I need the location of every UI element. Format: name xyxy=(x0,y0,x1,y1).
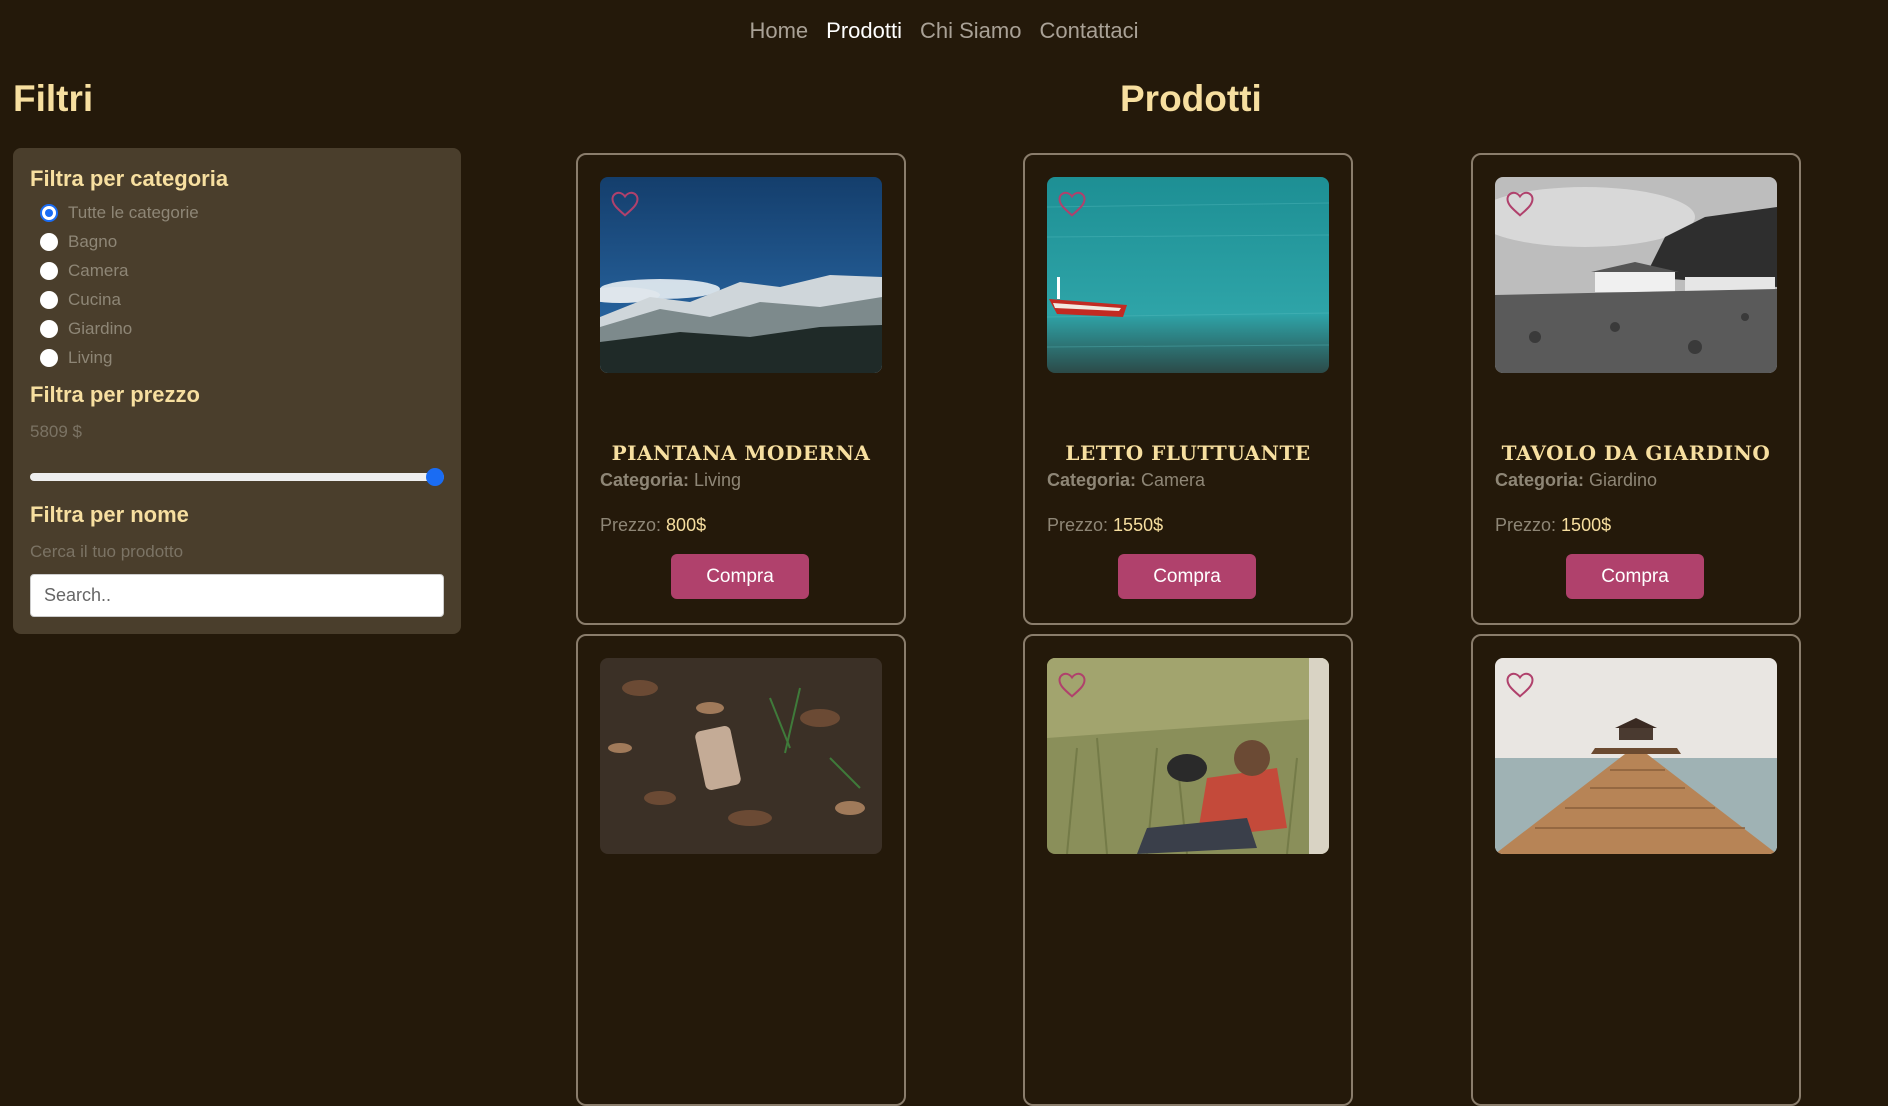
product-title: PIANTANA MODERNA xyxy=(611,441,871,465)
heart-icon[interactable] xyxy=(1057,670,1087,700)
product-category: Categoria: Camera xyxy=(1047,470,1205,491)
price-filter-heading: Filtra per prezzo xyxy=(30,382,200,407)
category-option-cucina[interactable]: Cucina xyxy=(30,285,444,314)
radio-button[interactable] xyxy=(40,232,58,251)
product-category: Categoria: Giardino xyxy=(1495,470,1657,491)
price-slider[interactable] xyxy=(30,468,444,488)
radio-button[interactable] xyxy=(40,290,58,309)
radio-button[interactable] xyxy=(40,261,58,280)
product-card: LETTO FLUTTUANTE Categoria: Camera Prezz… xyxy=(1023,153,1353,625)
buy-button[interactable]: Compra xyxy=(1566,554,1704,599)
category-label: Categoria: xyxy=(1047,470,1137,490)
category-label: Categoria: xyxy=(1495,470,1585,490)
main-nav: Home Prodotti Chi Siamo Contattaci xyxy=(0,18,1888,44)
category-option-label: Cucina xyxy=(68,289,121,309)
name-filter-heading: Filtra per nome xyxy=(30,502,189,527)
price-label: Prezzo: xyxy=(1495,515,1557,535)
category-option-bagno[interactable]: Bagno xyxy=(30,227,444,256)
buy-button[interactable]: Compra xyxy=(1118,554,1256,599)
product-image xyxy=(600,177,882,373)
price-value: 800$ xyxy=(666,515,707,535)
slider-track[interactable] xyxy=(30,473,444,481)
nav-home[interactable]: Home xyxy=(749,18,808,44)
price-value: 1550$ xyxy=(1113,515,1164,535)
price-label: Prezzo: xyxy=(1047,515,1109,535)
category-option-living[interactable]: Living xyxy=(30,343,444,372)
heart-icon[interactable] xyxy=(610,189,640,219)
category-label: Categoria: xyxy=(600,470,690,490)
category-value: Camera xyxy=(1141,470,1206,490)
nav-chi-siamo[interactable]: Chi Siamo xyxy=(920,18,1021,44)
category-option-camera[interactable]: Camera xyxy=(30,256,444,285)
product-image xyxy=(1495,658,1777,854)
heart-icon[interactable] xyxy=(1057,189,1087,219)
radio-button[interactable] xyxy=(40,203,58,222)
product-image xyxy=(1495,177,1777,373)
product-card: PIANTANA MODERNA Categoria: Living Prezz… xyxy=(576,153,906,625)
category-option-label: Camera xyxy=(68,260,129,280)
radio-button[interactable] xyxy=(40,348,58,367)
heart-icon[interactable] xyxy=(1505,189,1535,219)
product-price: Prezzo: 1500$ xyxy=(1495,515,1611,536)
products-title: Prodotti xyxy=(1120,78,1262,119)
category-option-label: Tutte le categorie xyxy=(68,202,199,222)
radio-button[interactable] xyxy=(40,319,58,338)
category-filter-heading: Filtra per categoria xyxy=(30,166,229,191)
category-option-label: Giardino xyxy=(68,318,133,338)
buy-button[interactable]: Compra xyxy=(671,554,809,599)
slider-thumb[interactable] xyxy=(426,468,444,486)
product-image xyxy=(1047,658,1329,854)
category-value: Giardino xyxy=(1589,470,1658,490)
price-value: 1500$ xyxy=(1561,515,1612,535)
product-image xyxy=(1047,177,1329,373)
category-option-label: Living xyxy=(68,347,113,367)
product-card: TAVOLO DA GIARDINO Categoria: Giardino P… xyxy=(1471,153,1801,625)
product-title: TAVOLO DA GIARDINO xyxy=(1501,441,1771,465)
product-category: Categoria: Living xyxy=(600,470,741,491)
name-filter-hint: Cerca il tuo prodotto xyxy=(30,542,184,561)
product-card xyxy=(1471,634,1801,1106)
product-card xyxy=(1023,634,1353,1106)
category-option-giardino[interactable]: Giardino xyxy=(30,314,444,343)
category-value: Living xyxy=(694,470,742,490)
price-label: Prezzo: xyxy=(600,515,662,535)
filters-title: Filtri xyxy=(13,78,94,119)
category-option-label: Bagno xyxy=(68,231,118,251)
price-value: 5809 $ xyxy=(30,422,82,441)
search-input[interactable] xyxy=(30,574,444,617)
heart-icon[interactable] xyxy=(1505,670,1535,700)
product-price: Prezzo: 1550$ xyxy=(1047,515,1163,536)
product-card xyxy=(576,634,906,1106)
product-image xyxy=(600,658,882,854)
nav-contattaci[interactable]: Contattaci xyxy=(1039,18,1138,44)
filter-panel: Filtra per categoria Tutte le categorie … xyxy=(13,148,461,634)
nav-prodotti[interactable]: Prodotti xyxy=(826,18,902,44)
category-option-all[interactable]: Tutte le categorie xyxy=(30,198,444,227)
product-title: LETTO FLUTTUANTE xyxy=(1065,441,1311,465)
product-price: Prezzo: 800$ xyxy=(600,515,706,536)
